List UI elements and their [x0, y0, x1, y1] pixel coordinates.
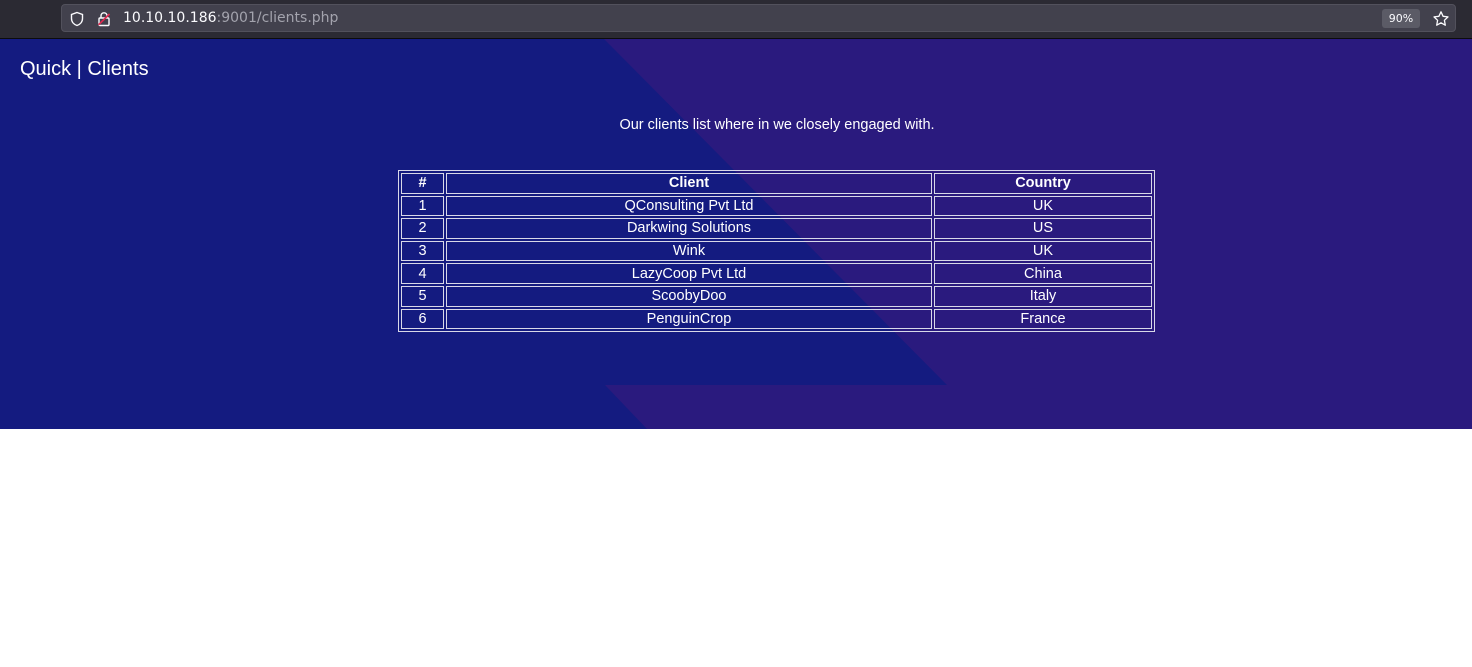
header-number: # [401, 173, 444, 194]
row-country: UK [934, 240, 1152, 262]
row-number: 2 [401, 218, 444, 239]
row-country: China [934, 263, 1152, 284]
row-country: UK [934, 195, 1152, 217]
url-host: 10.10.10.186 [123, 10, 217, 26]
row-number: 3 [401, 240, 444, 262]
table-row: 5 ScoobyDoo Italy [401, 285, 1152, 307]
row-country: US [934, 218, 1152, 239]
row-client: ScoobyDoo [446, 285, 932, 307]
page-content: Quick | Clients Our clients list where i… [0, 39, 1472, 429]
row-client: LazyCoop Pvt Ltd [446, 263, 932, 284]
table-row: 6 PenguinCrop France [401, 308, 1152, 330]
row-client: QConsulting Pvt Ltd [446, 195, 932, 217]
shield-icon[interactable] [69, 11, 85, 27]
table-row: 3 Wink UK [401, 240, 1152, 262]
browser-toolbar: 10.10.10.186:9001/clients.php 90% [0, 0, 1472, 39]
intro-text: Our clients list where in we closely eng… [619, 117, 935, 133]
url-path: :9001/clients.php [216, 10, 339, 26]
url-text[interactable]: 10.10.10.186:9001/clients.php [123, 10, 338, 26]
row-number: 5 [401, 285, 444, 307]
row-number: 1 [401, 195, 444, 217]
table-row: 2 Darkwing Solutions US [401, 218, 1152, 239]
zoom-level-badge[interactable]: 90% [1382, 9, 1420, 28]
clients-table: # Client Country 1 QConsulting Pvt Ltd U… [398, 170, 1155, 333]
table-row: 1 QConsulting Pvt Ltd UK [401, 195, 1152, 217]
table-header-row: # Client Country [401, 173, 1152, 194]
address-bar[interactable]: 10.10.10.186:9001/clients.php 90% [61, 4, 1456, 32]
row-number: 6 [401, 308, 444, 330]
row-number: 4 [401, 263, 444, 284]
header-country: Country [934, 173, 1152, 194]
row-client: Wink [446, 240, 932, 262]
row-country: France [934, 308, 1152, 330]
row-client: Darkwing Solutions [446, 218, 932, 239]
row-client: PenguinCrop [446, 308, 932, 330]
header-client: Client [446, 173, 932, 194]
table-row: 4 LazyCoop Pvt Ltd China [401, 263, 1152, 284]
page-title: Quick | Clients [20, 58, 149, 80]
lock-insecure-icon[interactable] [96, 11, 112, 27]
bookmark-star-icon[interactable] [1432, 10, 1450, 28]
row-country: Italy [934, 285, 1152, 307]
